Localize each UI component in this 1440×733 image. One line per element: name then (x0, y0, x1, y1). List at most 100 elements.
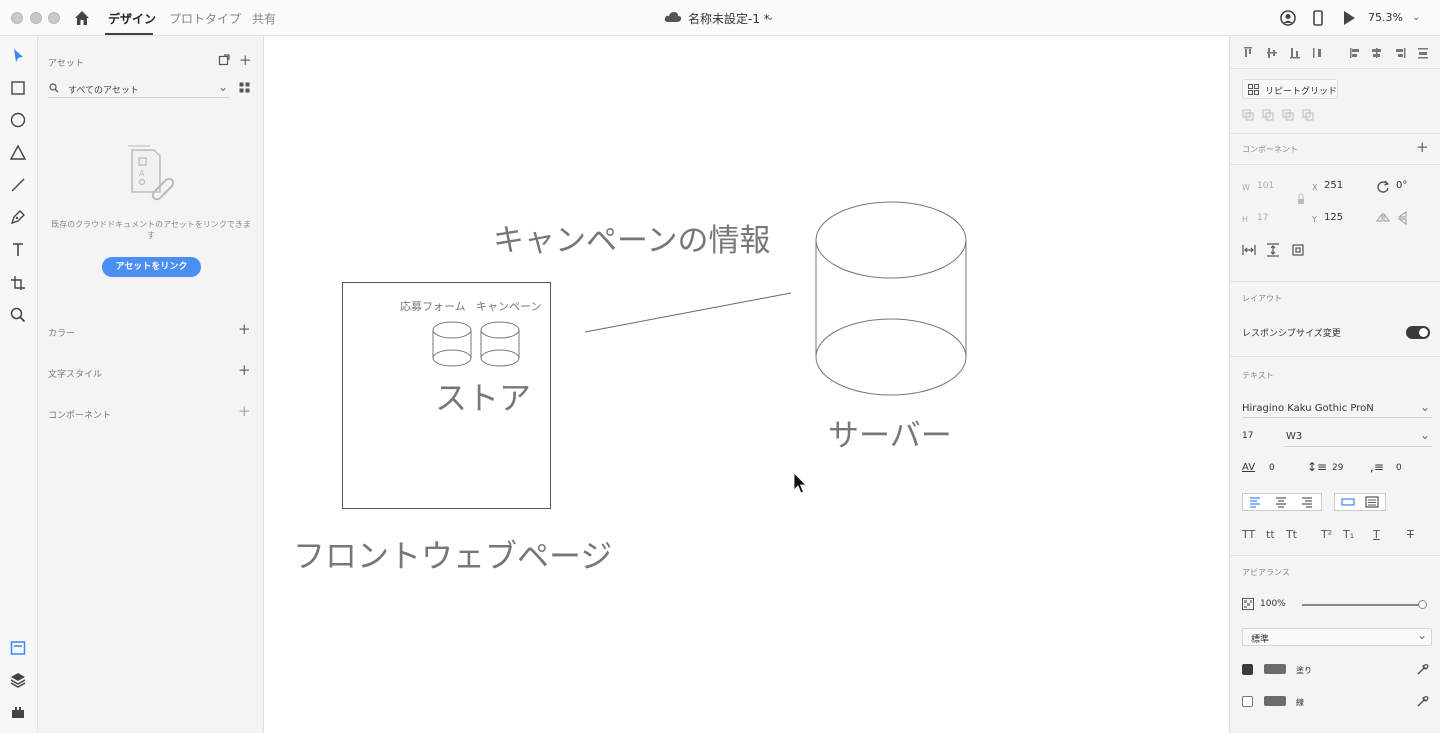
close-window-button[interactable] (11, 12, 23, 24)
add-char-style-icon[interactable]: + (238, 363, 251, 378)
font-family-select[interactable]: Hiragino Kaku Gothic ProN ⌄ (1242, 400, 1432, 418)
strikethrough-icon[interactable]: T (1407, 528, 1414, 541)
store-label[interactable]: ストア (435, 373, 531, 419)
tools-toolbar (0, 36, 38, 733)
canvas-drawing (342, 201, 967, 509)
y-position-field[interactable]: 125 (1324, 212, 1343, 223)
border-eyedropper-icon[interactable] (1416, 694, 1430, 708)
tab-share[interactable]: 共有 (252, 10, 276, 27)
font-weight-select[interactable]: W3 ⌄ (1284, 428, 1432, 447)
form-label[interactable]: 応募フォーム (400, 298, 466, 314)
text-tool-icon[interactable] (8, 240, 28, 260)
assets-panel: アセット + すべてのアセット ⌄ A 既存のクラウドドキュメントのアセットをリ… (38, 36, 264, 733)
align-toolbar[interactable] (1242, 46, 1432, 60)
repeat-grid-button[interactable]: リピートグリッド (1242, 79, 1338, 99)
play-icon[interactable] (1340, 9, 1358, 27)
add-component-state-icon[interactable]: + (1416, 140, 1429, 155)
padding-controls-icons[interactable] (1242, 243, 1312, 257)
line-spacing-field[interactable]: 29 (1332, 463, 1343, 473)
lowercase-icon[interactable]: tt (1266, 528, 1275, 541)
border-label: 線 (1296, 698, 1304, 707)
eyedropper-icon[interactable] (1416, 662, 1430, 676)
chevron-down-icon[interactable]: ⌄ (766, 12, 774, 23)
document-title[interactable]: 名称未設定-1 * (688, 10, 770, 27)
front-web-page-label[interactable]: フロントウェブページ (293, 531, 612, 577)
boolean-ops-icons[interactable] (1242, 109, 1316, 123)
server-label[interactable]: サーバー (828, 410, 952, 455)
colors-section-label: カラー (48, 329, 76, 339)
opacity-slider[interactable] (1302, 604, 1422, 606)
width-field[interactable]: 101 (1257, 181, 1274, 191)
uppercase-icon[interactable]: TT (1242, 528, 1255, 541)
connector-line (584, 292, 792, 333)
subscript-icon[interactable]: T₁ (1343, 528, 1354, 541)
blend-mode-select[interactable]: 標準 ⌄ (1242, 628, 1432, 646)
component-section-label: コンポーネント (1242, 145, 1298, 154)
x-position-field[interactable]: 251 (1324, 180, 1343, 191)
x-label: X (1312, 183, 1318, 192)
font-size-field[interactable]: 17 (1242, 431, 1253, 441)
ellipse-tool-icon[interactable] (8, 110, 28, 130)
font-family-chevron-icon: ⌄ (1420, 400, 1431, 414)
artboard-tool-icon[interactable] (8, 273, 28, 293)
fill-checkbox[interactable] (1242, 664, 1253, 675)
char-spacing-field[interactable]: 0 (1269, 463, 1275, 473)
link-documents-icon: A (128, 145, 175, 201)
zoom-tool-icon[interactable] (8, 305, 28, 325)
fill-color-swatch[interactable] (1264, 664, 1286, 674)
char-spacing-icon: AV (1242, 462, 1256, 473)
store-cylinder-1 (432, 321, 472, 367)
design-canvas[interactable]: キャンペーンの情報 応募フォーム キャンペーン ストア サーバー フロントウェブ… (264, 36, 1229, 733)
font-family-value: Hiragino Kaku Gothic ProN (1242, 403, 1374, 414)
open-library-icon[interactable] (218, 54, 230, 66)
add-component-icon[interactable]: + (238, 404, 251, 419)
underline-icon[interactable]: T (1373, 528, 1380, 541)
y-label: Y (1312, 215, 1317, 224)
height-field[interactable]: 17 (1257, 213, 1268, 223)
border-checkbox[interactable] (1242, 696, 1253, 707)
link-assets-button[interactable]: アセットをリンク (102, 257, 201, 277)
add-asset-icon[interactable]: + (239, 53, 252, 68)
tab-prototype[interactable]: プロトタイプ (169, 10, 241, 27)
responsive-resize-toggle[interactable] (1406, 326, 1430, 339)
opacity-field[interactable]: 100% (1260, 599, 1286, 609)
campaign-label[interactable]: キャンペーン (476, 298, 541, 314)
text-align-controls[interactable] (1242, 493, 1432, 511)
asset-search-field[interactable]: すべてのアセット ⌄ (48, 80, 230, 98)
char-styles-section-label: 文字スタイル (48, 370, 103, 380)
add-color-icon[interactable]: + (238, 322, 251, 337)
rectangle-tool-icon[interactable] (8, 78, 28, 98)
lock-aspect-icon[interactable] (1296, 192, 1306, 206)
tab-design[interactable]: デザイン (108, 10, 156, 27)
filter-chevron-icon[interactable]: ⌄ (218, 80, 228, 94)
flip-vertical-icon[interactable] (1396, 211, 1410, 225)
line-spacing-icon: ↕≡ (1307, 460, 1328, 474)
superscript-icon[interactable]: T² (1321, 528, 1332, 541)
home-icon[interactable] (73, 9, 91, 27)
titlecase-icon[interactable]: Tt (1286, 528, 1297, 541)
user-icon[interactable] (1279, 9, 1297, 27)
divider (1230, 356, 1440, 357)
minimize-window-button[interactable] (30, 12, 42, 24)
select-tool-icon[interactable] (8, 46, 28, 66)
grid-view-icon[interactable] (239, 82, 250, 93)
line-tool-icon[interactable] (8, 175, 28, 195)
flip-horizontal-icon[interactable] (1376, 211, 1390, 225)
paragraph-spacing-field[interactable]: 0 (1396, 463, 1402, 473)
opacity-slider-handle[interactable] (1418, 600, 1427, 609)
zoom-window-button[interactable] (48, 12, 60, 24)
device-preview-icon[interactable] (1309, 9, 1327, 27)
polygon-tool-icon[interactable] (8, 143, 28, 163)
zoom-level[interactable]: 75.3% (1368, 11, 1403, 24)
campaign-info-title[interactable]: キャンペーンの情報 (493, 215, 770, 260)
border-color-swatch[interactable] (1264, 696, 1286, 706)
pen-tool-icon[interactable] (8, 207, 28, 227)
search-icon (49, 83, 59, 93)
property-inspector: リピートグリッド コンポーネント + W 101 H 17 X 251 Y 12… (1229, 36, 1440, 733)
rotation-field[interactable]: 0° (1396, 180, 1407, 191)
zoom-chevron-icon[interactable]: ⌄ (1412, 12, 1420, 23)
layers-icon[interactable] (8, 670, 28, 690)
assets-panel-icon[interactable] (8, 638, 28, 658)
plugins-icon[interactable] (8, 702, 28, 722)
svg-text:A: A (139, 169, 145, 178)
